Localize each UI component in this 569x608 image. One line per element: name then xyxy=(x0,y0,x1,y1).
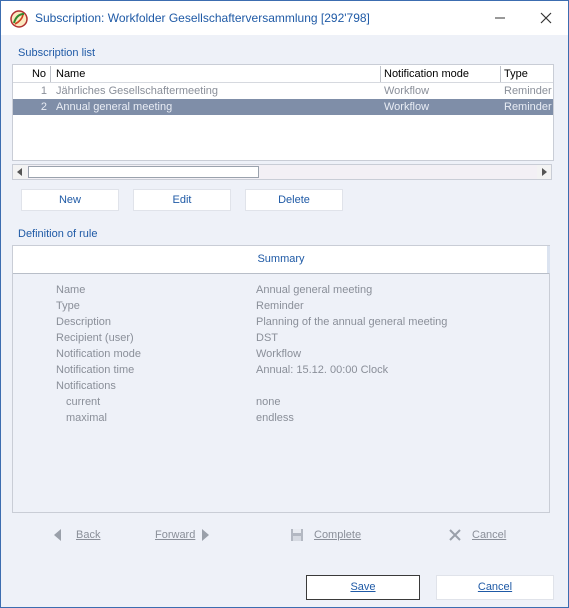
subscription-table[interactable]: No Name Notification mode Type 1 Jährlic… xyxy=(12,64,554,161)
complete-button[interactable]: Complete xyxy=(290,526,361,544)
row-mode: Workflow xyxy=(384,101,430,113)
field-key-maximal: maximal xyxy=(66,412,107,424)
forward-label: Forward xyxy=(155,529,196,541)
column-header-notification-mode[interactable]: Notification mode xyxy=(381,66,501,82)
save-disk-icon xyxy=(291,529,303,541)
wizard-cancel-button[interactable]: Cancel xyxy=(448,526,506,544)
row-no: 2 xyxy=(40,101,47,113)
cancel-label: Cancel xyxy=(477,581,513,593)
window-title: Subscription: Workfolder Gesellschafterv… xyxy=(35,11,370,25)
subscription-dialog: Subscription: Workfolder Gesellschafterv… xyxy=(0,0,569,608)
save-label: Save xyxy=(350,581,376,593)
new-button[interactable]: New xyxy=(21,189,119,211)
row-mode: Workflow xyxy=(384,85,430,97)
column-header-name[interactable]: Name xyxy=(53,66,381,82)
row-name: Jährliches Gesellschaftermeeting xyxy=(56,85,219,97)
field-value-notification-mode: Workflow xyxy=(256,348,302,360)
scroll-right-button[interactable] xyxy=(537,165,551,179)
field-value-maximal: endless xyxy=(256,412,294,424)
close-button[interactable] xyxy=(533,7,559,29)
field-key-notification-time: Notification time xyxy=(56,364,135,376)
triangle-right-icon xyxy=(542,168,547,176)
field-value-notification-time: Annual: 15.12. 00:00 Clock xyxy=(256,364,389,376)
horizontal-scrollbar[interactable] xyxy=(12,164,552,180)
title-bar: Subscription: Workfolder Gesellschafterv… xyxy=(1,1,568,35)
wizard-cancel-label: Cancel xyxy=(472,529,507,541)
arrow-right-icon xyxy=(202,529,210,541)
row-no: 1 xyxy=(40,85,47,97)
field-value-description: Planning of the annual general meeting xyxy=(256,316,448,328)
minimize-icon xyxy=(495,17,505,19)
table-row-selected[interactable]: 2 Annual general meeting Workflow Remind… xyxy=(13,99,553,115)
complete-label: Complete xyxy=(314,529,362,541)
delete-button[interactable]: Delete xyxy=(245,189,343,211)
field-value-current: none xyxy=(256,396,281,408)
back-label: Back xyxy=(76,529,101,541)
field-key-name: Name xyxy=(56,284,86,296)
triangle-left-icon xyxy=(17,168,22,176)
save-button[interactable]: Save xyxy=(306,575,420,600)
scrollbar-thumb[interactable] xyxy=(28,166,259,178)
field-value-name: Annual general meeting xyxy=(256,284,373,296)
definition-of-rule-label: Definition of rule xyxy=(18,228,98,240)
summary-panel: Summary Name Annual general meeting Type… xyxy=(12,245,550,513)
column-header-no[interactable]: No xyxy=(13,66,51,82)
table-row[interactable]: 1 Jährliches Gesellschaftermeeting Workf… xyxy=(13,83,553,99)
close-icon xyxy=(540,12,552,24)
column-header-type[interactable]: Type xyxy=(501,66,553,82)
forward-button[interactable]: Forward xyxy=(155,526,211,544)
edit-button[interactable]: Edit xyxy=(133,189,231,211)
summary-header: Summary xyxy=(13,246,550,274)
row-type: Reminder xyxy=(504,85,552,97)
summary-header-edge xyxy=(547,246,550,273)
cancel-x-icon xyxy=(449,529,461,541)
field-key-recipient: Recipient (user) xyxy=(56,332,134,344)
minimize-button[interactable] xyxy=(487,7,513,29)
field-value-recipient: DST xyxy=(256,332,278,344)
arrow-left-icon xyxy=(54,529,61,541)
field-key-description: Description xyxy=(56,316,112,328)
row-name: Annual general meeting xyxy=(56,101,173,113)
app-logo-icon xyxy=(10,10,28,28)
field-value-type: Reminder xyxy=(256,300,304,312)
field-key-notifications: Notifications xyxy=(56,380,116,392)
field-key-notification-mode: Notification mode xyxy=(56,348,141,360)
table-header: No Name Notification mode Type xyxy=(13,66,553,83)
back-button[interactable]: Back xyxy=(52,526,100,544)
summary-title: Summary xyxy=(257,253,305,265)
field-key-type: Type xyxy=(56,300,80,312)
field-key-current: current xyxy=(66,396,101,408)
scroll-left-button[interactable] xyxy=(13,165,27,179)
subscription-list-label: Subscription list xyxy=(18,47,96,59)
row-type: Reminder xyxy=(504,101,552,113)
cancel-button[interactable]: Cancel xyxy=(436,575,554,600)
